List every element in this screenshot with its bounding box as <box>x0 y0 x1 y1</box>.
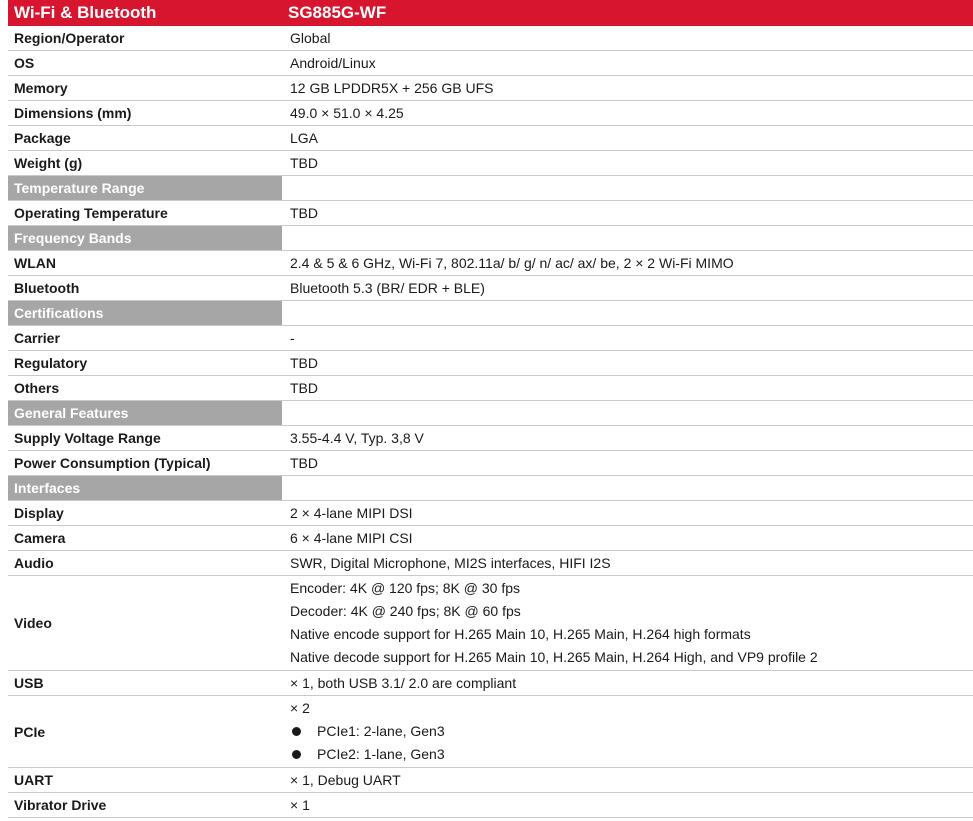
spec-key: Video <box>8 575 282 671</box>
spec-row-package: Package LGA <box>8 125 973 151</box>
spec-row-regulatory: Regulatory TBD <box>8 350 973 376</box>
spec-key: Power Consumption (Typical) <box>8 450 282 476</box>
spec-row-bluetooth: Bluetooth Bluetooth 5.3 (BR/ EDR + BLE) <box>8 275 973 301</box>
spec-key: WLAN <box>8 250 282 276</box>
bullet-icon <box>292 749 301 759</box>
spec-key: Audio <box>8 550 282 576</box>
spec-value: 49.0 × 51.0 × 4.25 <box>282 100 973 126</box>
spec-key: Supply Voltage Range <box>8 425 282 451</box>
spec-row-camera: Camera 6 × 4-lane MIPI CSI <box>8 525 973 551</box>
spec-row-audio: Audio SWR, Digital Microphone, MI2S inter… <box>8 550 973 576</box>
spec-value: 2 × 4-lane MIPI DSI <box>282 500 973 526</box>
spec-row-pcie: PCIe × 2 PCIe1: 2-lane, Gen3 PCIe2: 1-lane,… <box>8 695 973 768</box>
spec-key: Carrier <box>8 325 282 351</box>
section-title: Interfaces <box>8 475 282 501</box>
bullet-item: PCIe2: 1-lane, Gen3 <box>290 743 973 766</box>
spec-row-others: Others TBD <box>8 375 973 401</box>
spec-key: UART <box>8 767 282 793</box>
section-spacer <box>282 475 973 501</box>
spec-row-uart: UART × 1, Debug UART <box>8 767 973 793</box>
bullet-icon <box>292 726 301 736</box>
spec-value-line: Native decode support for H.265 Main 10,… <box>290 649 818 665</box>
spec-row-wlan: WLAN 2.4 & 5 & 6 GHz, Wi-Fi 7, 802.11a/ b… <box>8 250 973 276</box>
spec-value: 3.55-4.4 V, Typ. 3,8 V <box>282 425 973 451</box>
section-header-temperature-range: Temperature Range <box>8 175 973 201</box>
spec-value: Bluetooth 5.3 (BR/ EDR + BLE) <box>282 275 973 301</box>
spec-row-carrier: Carrier - <box>8 325 973 351</box>
spec-row-video: Video Encoder: 4K @ 120 fps; 8K @ 30 fps D… <box>8 575 973 671</box>
spec-key: Display <box>8 500 282 526</box>
spec-key: Regulatory <box>8 350 282 376</box>
bullet-text: PCIe1: 2-lane, Gen3 <box>317 723 445 739</box>
spec-table: Wi-Fi & Bluetooth SG885G-WF Region/Opera… <box>8 0 973 818</box>
bullet-text: PCIe2: 1-lane, Gen3 <box>317 746 445 762</box>
section-spacer <box>282 225 973 251</box>
table-header: Wi-Fi & Bluetooth SG885G-WF <box>8 0 973 26</box>
section-header-interfaces: Interfaces <box>8 475 973 501</box>
spec-value: TBD <box>282 200 973 226</box>
section-title: Frequency Bands <box>8 225 282 251</box>
spec-value: 12 GB LPDDR5X + 256 GB UFS <box>282 75 973 101</box>
spec-sheet: Wi-Fi & Bluetooth SG885G-WF Region/Opera… <box>8 0 973 818</box>
spec-value: 6 × 4-lane MIPI CSI <box>282 525 973 551</box>
spec-key: USB <box>8 670 282 696</box>
spec-value: Global <box>282 26 973 51</box>
spec-key: Operating Temperature <box>8 200 282 226</box>
section-title: General Features <box>8 400 282 426</box>
spec-value: LGA <box>282 125 973 151</box>
spec-value: × 1 <box>282 792 973 818</box>
spec-key: Camera <box>8 525 282 551</box>
spec-value: - <box>282 325 973 351</box>
spec-value-intro: × 2 <box>290 700 310 716</box>
spec-value: TBD <box>282 450 973 476</box>
spec-row-memory: Memory 12 GB LPDDR5X + 256 GB UFS <box>8 75 973 101</box>
bullet-item: PCIe1: 2-lane, Gen3 <box>290 720 973 743</box>
header-title: Wi-Fi & Bluetooth <box>8 0 282 26</box>
spec-key: Dimensions (mm) <box>8 100 282 126</box>
spec-key: Region/Operator <box>8 26 282 51</box>
spec-value: TBD <box>282 150 973 176</box>
spec-value: Android/Linux <box>282 50 973 76</box>
spec-row-usb: USB × 1, both USB 3.1/ 2.0 are compliant <box>8 670 973 696</box>
section-title: Certifications <box>8 300 282 326</box>
spec-key: Memory <box>8 75 282 101</box>
spec-value: × 2 PCIe1: 2-lane, Gen3 PCIe2: 1-lane, Gen… <box>282 695 973 768</box>
spec-value: TBD <box>282 350 973 376</box>
spec-value-line: Encoder: 4K @ 120 fps; 8K @ 30 fps <box>290 580 520 596</box>
spec-row-power-consumption-typical: Power Consumption (Typical) TBD <box>8 450 973 476</box>
spec-value-line: Decoder: 4K @ 240 fps; 8K @ 60 fps <box>290 603 521 619</box>
spec-key: Bluetooth <box>8 275 282 301</box>
spec-value: SWR, Digital Microphone, MI2S interfaces… <box>282 550 973 576</box>
spec-row-operating-temperature: Operating Temperature TBD <box>8 200 973 226</box>
spec-row-os: OS Android/Linux <box>8 50 973 76</box>
spec-row-dimensions-mm: Dimensions (mm) 49.0 × 51.0 × 4.25 <box>8 100 973 126</box>
section-header-certifications: Certifications <box>8 300 973 326</box>
section-title: Temperature Range <box>8 175 282 201</box>
header-model: SG885G-WF <box>282 0 973 26</box>
spec-row-region-operator: Region/Operator Global <box>8 26 973 51</box>
spec-key: Weight (g) <box>8 150 282 176</box>
spec-row-supply-voltage-range: Supply Voltage Range 3.55-4.4 V, Typ. 3,8… <box>8 425 973 451</box>
spec-value-line: Native encode support for H.265 Main 10,… <box>290 626 751 642</box>
spec-key: OS <box>8 50 282 76</box>
spec-row-vibrator-drive: Vibrator Drive × 1 <box>8 792 973 818</box>
section-header-frequency-bands: Frequency Bands <box>8 225 973 251</box>
spec-key: Others <box>8 375 282 401</box>
spec-key: PCIe <box>8 695 282 768</box>
section-spacer <box>282 400 973 426</box>
spec-key: Package <box>8 125 282 151</box>
spec-value: × 1, both USB 3.1/ 2.0 are compliant <box>282 670 973 696</box>
spec-row-display: Display 2 × 4-lane MIPI DSI <box>8 500 973 526</box>
section-header-general-features: General Features <box>8 400 973 426</box>
section-spacer <box>282 300 973 326</box>
spec-row-weight-g: Weight (g) TBD <box>8 150 973 176</box>
section-spacer <box>282 175 973 201</box>
spec-value: 2.4 & 5 & 6 GHz, Wi-Fi 7, 802.11a/ b/ g/… <box>282 250 973 276</box>
spec-key: Vibrator Drive <box>8 792 282 818</box>
spec-value: × 1, Debug UART <box>282 767 973 793</box>
spec-value: TBD <box>282 375 973 401</box>
spec-value: Encoder: 4K @ 120 fps; 8K @ 30 fps Decode… <box>282 575 973 671</box>
